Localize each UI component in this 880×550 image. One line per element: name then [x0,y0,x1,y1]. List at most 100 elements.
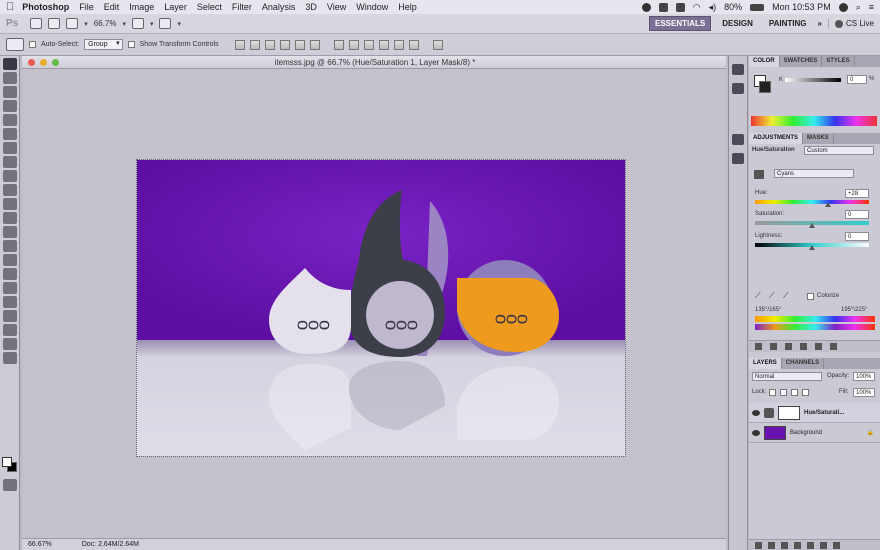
align-hcenter-icon[interactable] [294,39,305,50]
menu-3d[interactable]: 3D [305,2,317,12]
visibility-eye-icon[interactable] [752,409,760,416]
visibility-eye-icon[interactable] [752,429,760,436]
layer-thumbnail[interactable] [764,425,786,440]
cs-live-button[interactable]: CS Live [827,19,874,28]
color-ramp[interactable] [751,116,877,126]
3d-rotate-tool-icon[interactable] [3,310,17,322]
reset-icon[interactable] [815,343,822,350]
brush-tool-icon[interactable] [3,156,17,168]
lock-position-icon[interactable] [791,389,798,396]
lightness-slider-thumb[interactable] [809,245,815,250]
paragraph-panel-icon[interactable] [732,134,744,145]
history-panel-icon[interactable] [732,64,744,75]
type-tool-icon[interactable] [3,268,17,280]
gradient-tool-icon[interactable] [3,212,17,224]
chevron-down-icon[interactable]: ▾ [177,20,181,28]
menu-select[interactable]: Select [197,2,222,12]
character-panel-icon[interactable] [732,153,744,164]
apple-icon[interactable]:  [6,1,14,13]
distribute-vcenter-icon[interactable] [348,39,359,50]
tab-masks[interactable]: MASKS [803,133,834,144]
battery-icon[interactable] [750,3,765,11]
lightness-value-field[interactable]: 0 [845,232,869,241]
clone-stamp-tool-icon[interactable] [3,170,17,182]
view-previous-icon[interactable] [800,343,807,350]
new-adjustment-icon[interactable] [794,542,801,549]
target-adjust-icon[interactable] [754,170,764,179]
opacity-field[interactable]: 100% [853,372,875,381]
actions-panel-icon[interactable] [732,83,744,94]
hand-tool-icon[interactable] [3,338,17,350]
chevron-down-icon[interactable]: ▾ [84,20,88,28]
layer-row[interactable]: Hue/Saturati... [749,403,880,423]
distribute-top-icon[interactable] [333,39,344,50]
visibility-icon[interactable] [785,343,792,350]
menu-file[interactable]: File [79,2,94,12]
delete-layer-icon[interactable] [833,542,840,549]
k-value-field[interactable]: 0 [847,75,867,84]
wifi-icon[interactable]: ◠ [693,2,701,13]
saturation-value-field[interactable]: 0 [845,210,869,219]
screen-mode-icon[interactable] [159,18,172,29]
chevron-down-icon[interactable]: ▾ [122,20,126,28]
tab-channels[interactable]: CHANNELS [782,358,825,369]
link-layers-icon[interactable] [755,542,762,549]
pen-tool-icon[interactable] [3,254,17,266]
chevron-down-icon[interactable]: ▾ [150,20,154,28]
menu-image[interactable]: Image [129,2,154,12]
image-canvas[interactable]: ᴑᴑᴑ ᴑᴑᴑ ᴑᴑᴑ [136,159,626,457]
auto-select-checkbox[interactable] [29,41,36,48]
eyedropper-plus-icon[interactable]: ⟋ [769,291,775,301]
history-brush-tool-icon[interactable] [3,184,17,196]
healing-brush-tool-icon[interactable] [3,142,17,154]
lock-all-icon[interactable] [802,389,809,396]
menu-view[interactable]: View [327,2,346,12]
menu-filter[interactable]: Filter [232,2,252,12]
eyedropper-minus-icon[interactable]: ⟋ [783,291,789,301]
show-transform-checkbox[interactable] [127,41,135,48]
3d-orbit-tool-icon[interactable] [3,324,17,336]
align-left-icon[interactable] [279,39,290,50]
close-window-icon[interactable] [28,58,35,66]
view-extras-icon[interactable] [66,18,79,29]
zoom-window-icon[interactable] [52,58,59,66]
layer-mask-thumbnail[interactable] [778,405,800,420]
align-bottom-icon[interactable] [264,39,275,50]
app-menu[interactable]: Photoshop [22,2,69,12]
quick-select-tool-icon[interactable] [3,100,17,112]
tab-styles[interactable]: STYLES [822,56,855,67]
workspace-design[interactable]: DESIGN [717,17,758,30]
more-workspaces-icon[interactable]: » [818,19,822,28]
menu-help[interactable]: Help [398,2,417,12]
menu-edit[interactable]: Edit [104,2,120,12]
hue-value-field[interactable]: +28 [845,189,869,198]
distribute-left-icon[interactable] [378,39,389,50]
arrange-documents-icon[interactable] [131,18,144,29]
workspace-painting[interactable]: PAINTING [764,17,812,30]
spotlight-icon[interactable]: ⌕ [856,2,861,13]
align-vcenter-icon[interactable] [249,39,260,50]
creative-cloud-icon[interactable] [641,2,651,12]
shape-tool-icon[interactable] [3,296,17,308]
path-select-tool-icon[interactable] [3,282,17,294]
clock[interactable]: Mon 10:53 PM [772,2,831,12]
bluetooth-icon[interactable] [675,2,685,12]
tab-color[interactable]: COLOR [749,56,780,67]
mini-bridge-icon[interactable] [48,18,61,29]
minimize-window-icon[interactable] [40,58,47,66]
k-slider[interactable] [785,78,841,82]
fill-field[interactable]: 100% [853,388,875,397]
new-group-icon[interactable] [807,542,814,549]
quick-mask-icon[interactable] [3,479,17,491]
hue-range-bar[interactable] [755,316,875,322]
distribute-hcenter-icon[interactable] [393,39,404,50]
distribute-right-icon[interactable] [408,39,419,50]
lasso-tool-icon[interactable] [3,86,17,98]
menu-window[interactable]: Window [356,2,388,12]
lock-pixels-icon[interactable] [780,389,787,396]
align-top-icon[interactable] [234,39,245,50]
clip-layer-icon[interactable] [770,343,777,350]
move-tool-preset-icon[interactable] [6,38,24,51]
menu-analysis[interactable]: Analysis [262,2,296,12]
workspace-essentials[interactable]: ESSENTIALS [648,16,712,31]
